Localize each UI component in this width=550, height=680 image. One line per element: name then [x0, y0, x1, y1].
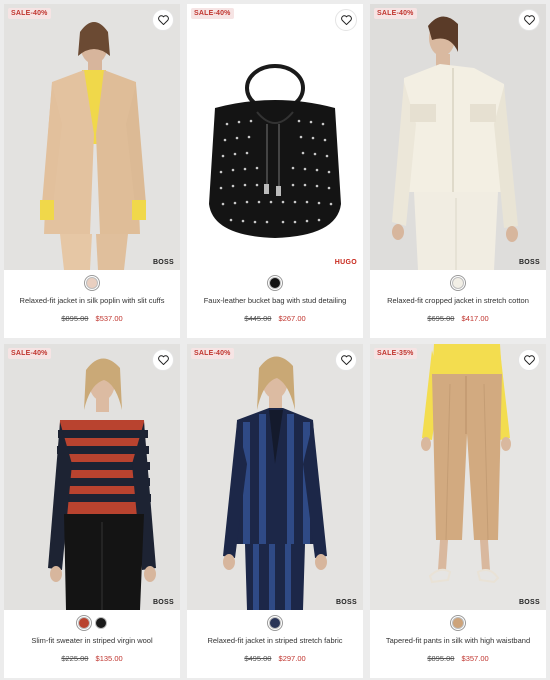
color-swatches — [370, 615, 546, 631]
sale-badge: SALE-40% — [8, 8, 51, 19]
original-price: $895.00 — [427, 654, 455, 663]
product-name[interactable]: Slim-fit sweater in striped virgin wool — [4, 636, 180, 645]
product-name[interactable]: Relaxed-fit jacket in striped stretch fa… — [187, 636, 363, 645]
product-photo-striped-jacket-model — [187, 344, 363, 610]
color-swatches — [187, 275, 363, 291]
product-name[interactable]: Relaxed-fit cropped jacket in stretch co… — [370, 296, 546, 305]
color-swatch[interactable] — [267, 275, 283, 291]
product-card[interactable]: SALE-40% BOSS Relaxed-fit jacket in silk… — [4, 4, 180, 338]
sale-price: $267.00 — [278, 314, 306, 323]
product-name[interactable]: Faux-leather bucket bag with stud detail… — [187, 296, 363, 305]
price-row: $695.00 $417.00 — [370, 314, 546, 323]
product-image[interactable]: SALE-40% BOSS — [187, 344, 363, 610]
product-photo-striped-sweater-model — [4, 344, 180, 610]
original-price: $225.00 — [61, 654, 89, 663]
color-swatches — [4, 275, 180, 291]
product-name[interactable]: Tapered-fit pants in silk with high wais… — [370, 636, 546, 645]
color-swatch[interactable] — [450, 615, 466, 631]
color-swatch[interactable] — [94, 617, 107, 629]
sale-price: $417.00 — [461, 314, 489, 323]
product-card[interactable]: SALE-40% BOSS Relaxed-fit jacket in stri… — [187, 344, 363, 678]
product-image[interactable]: SALE-40% BOSS — [4, 344, 180, 610]
original-price: $495.00 — [244, 654, 272, 663]
wishlist-heart-icon[interactable] — [335, 9, 357, 31]
product-name[interactable]: Relaxed-fit jacket in silk poplin with s… — [4, 296, 180, 305]
product-image[interactable]: SALE-35% BOSS — [370, 344, 546, 610]
price-row: $895.00 $357.00 — [370, 654, 546, 663]
color-swatches — [4, 615, 180, 631]
original-price: $895.00 — [61, 314, 89, 323]
color-swatch[interactable] — [267, 615, 283, 631]
brand-label: BOSS — [335, 599, 357, 606]
product-image[interactable]: SALE-40% BOSS — [4, 4, 180, 270]
product-image[interactable]: SALE-40% BOSS — [370, 4, 546, 270]
sale-badge: SALE-40% — [8, 348, 51, 359]
wishlist-heart-icon[interactable] — [152, 9, 174, 31]
product-photo-bucket-bag — [187, 4, 363, 270]
product-photo-cropped-jacket-model — [370, 4, 546, 270]
brand-label: BOSS — [518, 599, 540, 606]
sale-badge: SALE-40% — [191, 8, 234, 19]
brand-label: BOSS — [152, 259, 174, 266]
original-price: $695.00 — [427, 314, 455, 323]
color-swatch[interactable] — [450, 275, 466, 291]
wishlist-heart-icon[interactable] — [335, 349, 357, 371]
product-photo-blazer-model — [4, 4, 180, 270]
wishlist-heart-icon[interactable] — [518, 349, 540, 371]
brand-label: HUGO — [334, 259, 357, 266]
sale-price: $537.00 — [95, 314, 123, 323]
color-swatch[interactable] — [75, 615, 92, 631]
price-row: $225.00 $135.00 — [4, 654, 180, 663]
product-photo-tapered-pants-model — [370, 344, 546, 610]
brand-label: BOSS — [152, 599, 174, 606]
price-row: $495.00 $297.00 — [187, 654, 363, 663]
price-row: $445.00 $267.00 — [187, 314, 363, 323]
product-card[interactable]: SALE-40% BOSS Relaxed-fit cropped jacket… — [370, 4, 546, 338]
color-swatch[interactable] — [84, 275, 100, 291]
sale-badge: SALE-40% — [374, 8, 417, 19]
sale-price: $357.00 — [461, 654, 489, 663]
sale-price: $135.00 — [95, 654, 123, 663]
wishlist-heart-icon[interactable] — [152, 349, 174, 371]
sale-price: $297.00 — [278, 654, 306, 663]
wishlist-heart-icon[interactable] — [518, 9, 540, 31]
sale-badge: SALE-35% — [374, 348, 417, 359]
brand-label: BOSS — [518, 259, 540, 266]
price-row: $895.00 $537.00 — [4, 314, 180, 323]
product-card[interactable]: SALE-35% BOSS Tapered-fit pants in silk … — [370, 344, 546, 678]
product-grid: SALE-40% BOSS Relaxed-fit jacket in silk… — [4, 4, 546, 678]
original-price: $445.00 — [244, 314, 272, 323]
color-swatches — [187, 615, 363, 631]
color-swatches — [370, 275, 546, 291]
product-card[interactable]: SALE-40% HUGO Faux-leather bucket bag wi… — [187, 4, 363, 338]
product-card[interactable]: SALE-40% BOSS Slim-fit sweater in stripe… — [4, 344, 180, 678]
sale-badge: SALE-40% — [191, 348, 234, 359]
product-image[interactable]: SALE-40% HUGO — [187, 4, 363, 270]
